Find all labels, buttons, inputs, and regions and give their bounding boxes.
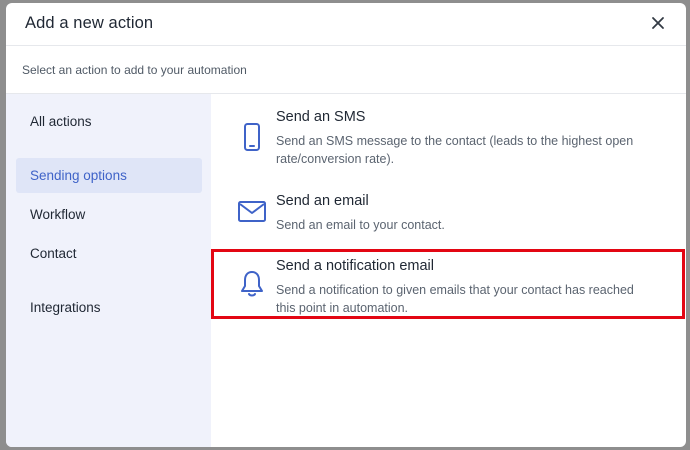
dialog-subheader: Select an action to add to your automati… — [6, 46, 686, 94]
add-action-dialog: Add a new action Select an action to add… — [6, 3, 686, 447]
dialog-title: Add a new action — [25, 14, 154, 32]
sidebar-item-all-actions[interactable]: All actions — [16, 104, 202, 139]
sidebar-item-contact[interactable]: Contact — [16, 236, 202, 271]
option-title: Send an email — [276, 193, 369, 209]
sidebar-item-sending-options[interactable]: Sending options — [16, 158, 202, 193]
dialog-header: Add a new action — [6, 3, 686, 46]
option-send-email[interactable]: Send an email Send an email to your cont… — [211, 182, 686, 242]
mobile-phone-icon — [237, 122, 267, 152]
sidebar-item-integrations[interactable]: Integrations — [16, 290, 202, 325]
bell-icon — [237, 268, 267, 298]
close-icon[interactable] — [650, 15, 666, 31]
option-send-sms[interactable]: Send an SMS Send an SMS message to the c… — [211, 94, 686, 174]
category-sidebar: All actions Sending options Workflow Con… — [6, 94, 211, 447]
action-options-list: Send an SMS Send an SMS message to the c… — [211, 94, 686, 447]
envelope-icon — [237, 196, 267, 226]
option-send-notification-email[interactable]: Send a notification email Send a notific… — [211, 252, 686, 317]
option-description: Send an SMS message to the contact (lead… — [276, 134, 634, 166]
sidebar-item-workflow[interactable]: Workflow — [16, 197, 202, 232]
dialog-subtitle: Select an action to add to your automati… — [22, 63, 247, 77]
option-title: Send an SMS — [276, 109, 366, 125]
option-description: Send a notification to given emails that… — [276, 283, 634, 315]
option-description: Send an email to your contact. — [276, 218, 445, 232]
option-title: Send a notification email — [276, 258, 434, 274]
